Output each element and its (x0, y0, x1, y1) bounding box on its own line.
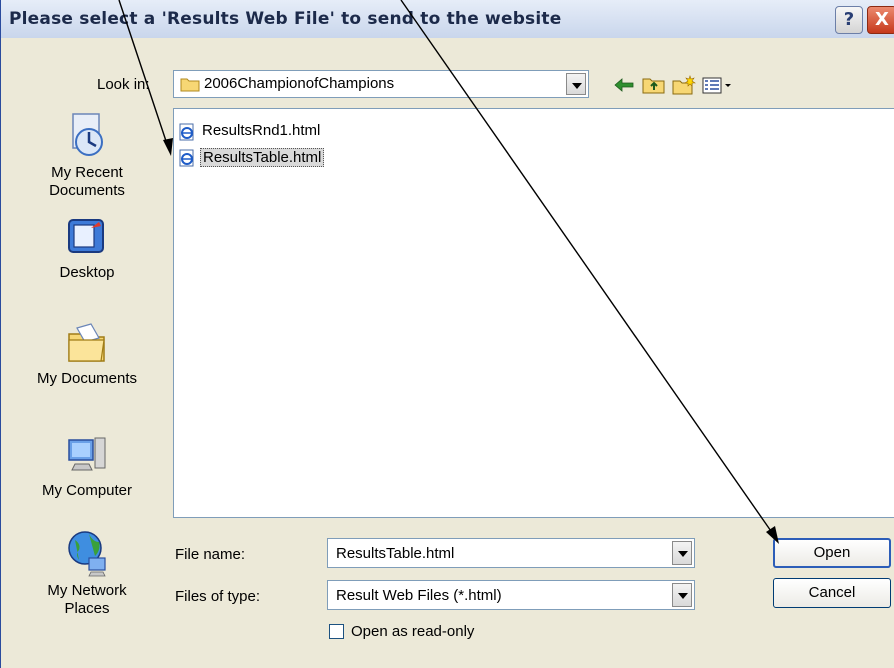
arrowhead-icon (766, 526, 779, 544)
annotation-arrow-line (118, 0, 168, 145)
arrowhead-icon (163, 138, 173, 156)
annotation-arrows (118, 0, 779, 544)
annotation-arrow-line (400, 0, 774, 535)
open-file-dialog: Please select a 'Results Web File' to se… (0, 0, 894, 668)
